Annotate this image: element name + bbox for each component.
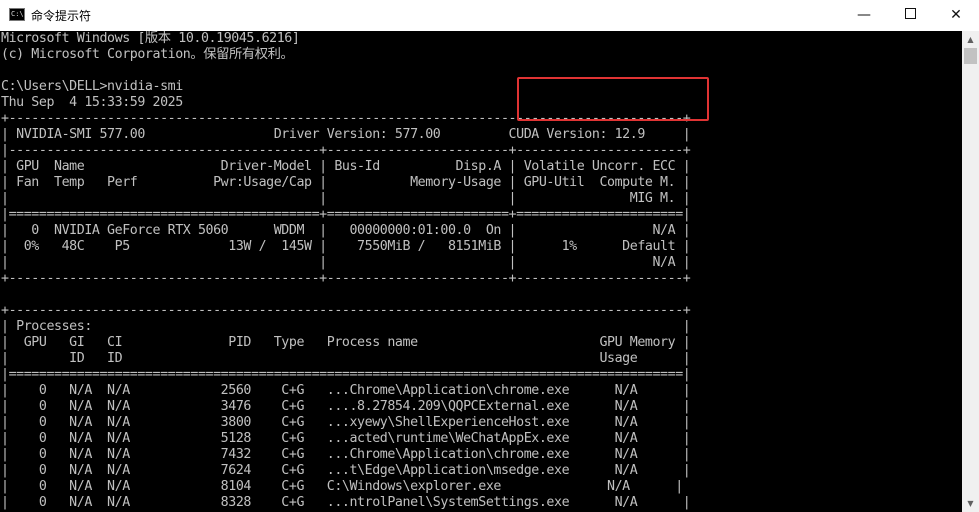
window-title: 命令提示符 [31,9,92,23]
console-line: | ID ID Usage | [1,351,691,366]
console-line: +---------------------------------------… [1,303,691,318]
console-line: | 0 N/A N/A 8104 C+G C:\Windows\explorer… [1,479,683,494]
scroll-down-button[interactable]: ▼ [962,495,979,512]
console-line: | NVIDIA-SMI 577.00 Driver Version: 577.… [1,127,691,142]
console-line: |=======================================… [1,207,691,222]
console-text: Microsoft Windows [版本 10.0.19045.6216] (… [0,31,962,511]
console-line: |=======================================… [1,367,691,382]
console-line: |---------------------------------------… [1,143,691,158]
scroll-up-button[interactable]: ▲ [962,31,979,48]
console-line: | 0 N/A N/A 2560 C+G ...Chrome\Applicati… [1,383,691,398]
scroll-down-arrow-icon: ▼ [967,499,974,508]
console-line: | Processes: | [1,319,691,334]
console-line: | | | N/A | [1,255,691,270]
console-line: | GPU Name Driver-Model | Bus-Id Disp.A … [1,159,691,174]
console-line: | 0 N/A N/A 7624 C+G ...t\Edge\Applicati… [1,463,691,478]
console-line: | 0 N/A N/A 3800 C+G ...xyewy\ShellExper… [1,415,691,430]
cmd-app-icon[interactable]: C:\ [9,8,25,21]
minimize-icon: — [857,7,871,23]
minimize-button[interactable]: — [841,0,887,31]
console-line: | 0 NVIDIA GeForce RTX 5060 WDDM | 00000… [1,223,691,238]
close-button[interactable]: ✕ [933,0,979,31]
console-line: | 0% 48C P5 13W / 145W | 7550MiB / 8151M… [1,239,691,254]
console-line: Thu Sep 4 15:33:59 2025 [1,95,183,110]
cuda-version-highlight-box [517,77,709,121]
maximize-button[interactable] [887,0,933,31]
console-line: | GPU GI CI PID Type Process name GPU Me… [1,335,691,350]
maximize-icon [904,8,916,19]
console-line: | 0 N/A N/A 5128 C+G ...acted\runtime\We… [1,431,691,446]
close-icon: ✕ [950,7,962,23]
console-line: | 0 N/A N/A 3476 C+G ....8.27854.209\QQP… [1,399,691,414]
console-line: | 0 N/A N/A 7432 C+G ...Chrome\Applicati… [1,447,691,462]
console-line: Microsoft Windows [版本 10.0.19045.6216] [1,31,300,46]
title-bar[interactable]: C:\ 命令提示符 — ✕ [0,0,979,32]
scrollbar-thumb[interactable] [964,48,977,64]
console-output[interactable]: Microsoft Windows [版本 10.0.19045.6216] (… [0,31,962,512]
console-line: +---------------------------------------… [1,271,691,286]
command-prompt-window: C:\ 命令提示符 — ✕ Microsoft Windows [版本 10.0… [0,0,979,512]
scroll-up-arrow-icon: ▲ [967,35,974,44]
vertical-scrollbar[interactable]: ▲ ▼ [962,31,979,512]
console-line: | 0 N/A N/A 8328 C+G ...ntrolPanel\Syste… [1,495,691,510]
console-line: | Fan Temp Perf Pwr:Usage/Cap | Memory-U… [1,175,691,190]
console-line: C:\Users\DELL>nvidia-smi [1,79,183,94]
console-line: (c) Microsoft Corporation。保留所有权利。 [1,47,294,62]
console-line: | | | MIG M. | [1,191,691,206]
